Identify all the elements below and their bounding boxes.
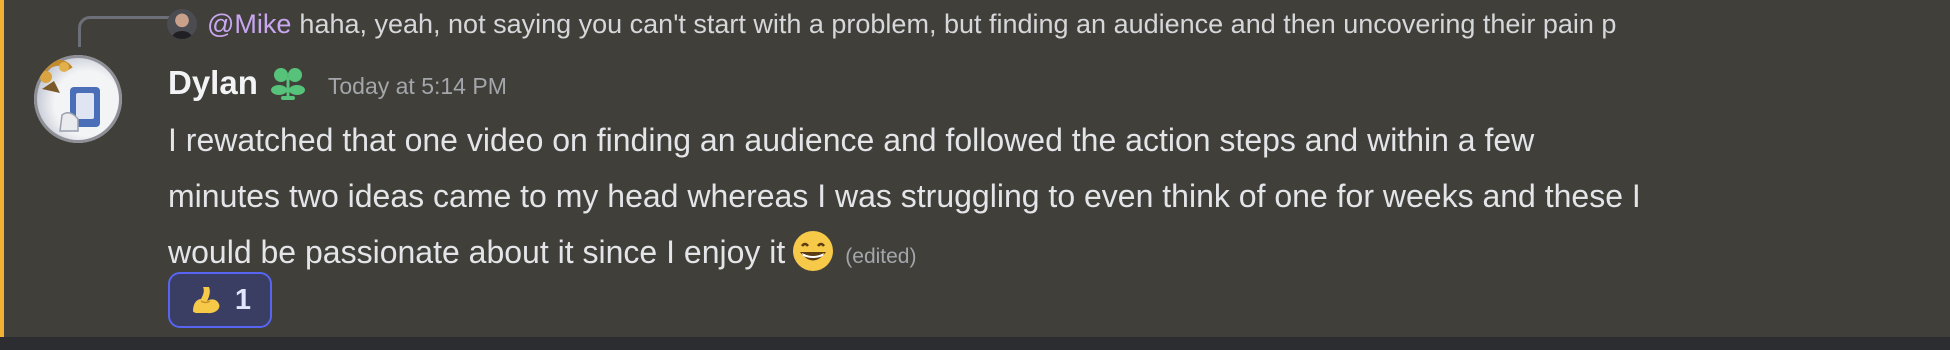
reaction-count: 1: [234, 283, 252, 316]
username[interactable]: Dylan: [168, 64, 258, 102]
message-line-last: would be passionate about it since I enj…: [168, 224, 1888, 285]
plant-icon: [270, 68, 305, 100]
message-content: I rewatched that one video on finding an…: [168, 112, 1888, 285]
message-line: I rewatched that one video on finding an…: [168, 122, 1535, 158]
message-line-text: would be passionate about it since I enj…: [168, 234, 786, 270]
message-line: minutes two ideas came to my head wherea…: [168, 178, 1641, 214]
timestamp[interactable]: Today at 5:14 PM: [328, 73, 507, 100]
reply-text[interactable]: haha, yeah, not saying you can't start w…: [299, 9, 1616, 40]
avatar[interactable]: [34, 55, 122, 143]
chat-message: @Mike haha, yeah, not saying you can't s…: [0, 0, 1950, 337]
edited-label: (edited): [845, 245, 917, 268]
reply-preview[interactable]: @Mike haha, yeah, not saying you can't s…: [167, 4, 1867, 44]
reply-avatar[interactable]: [167, 9, 197, 39]
flexed-biceps-icon: [189, 283, 223, 317]
grinning-face-icon: [793, 231, 834, 271]
reaction-button[interactable]: 1: [168, 272, 272, 328]
grinning-face-emoji[interactable]: [791, 229, 835, 273]
message-header: Dylan Today at 5:14 PM: [168, 60, 507, 106]
avatar-image: [37, 59, 100, 132]
role-icon[interactable]: [268, 63, 308, 103]
reply-spine: [78, 16, 171, 47]
reply-author[interactable]: @Mike: [207, 9, 291, 40]
